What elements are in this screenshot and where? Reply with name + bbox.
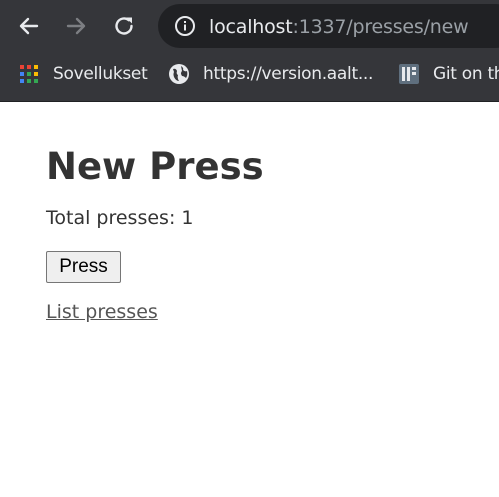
press-button[interactable]: Press: [46, 251, 121, 283]
url-path: :1337/presses/new: [292, 16, 469, 38]
info-icon[interactable]: [174, 15, 196, 37]
bookmark-apps[interactable]: Sovellukset: [18, 52, 148, 96]
bookmark-label: Sovellukset: [53, 64, 148, 84]
address-url[interactable]: localhost:1337/presses/new: [209, 16, 469, 38]
forward-button[interactable]: [60, 10, 92, 42]
forward-arrow-icon: [66, 17, 86, 35]
reload-icon: [115, 17, 133, 35]
total-presses-text: Total presses: 1: [46, 207, 194, 229]
globe-icon: [169, 64, 189, 84]
browser-toolbar: localhost:1337/presses/new: [0, 0, 499, 52]
bookmarks-bar: Sovellukset https://version.aalt... Git …: [0, 52, 499, 102]
address-bar[interactable]: localhost:1337/presses/new: [158, 4, 499, 48]
back-button[interactable]: [13, 10, 45, 42]
bookmark-version-aalto[interactable]: https://version.aalt...: [168, 52, 373, 96]
bookmark-label: https://version.aalt...: [203, 64, 374, 84]
url-host: localhost: [209, 16, 293, 38]
git-icon: [399, 64, 419, 84]
apps-grid-icon: [20, 65, 38, 83]
bookmark-git[interactable]: Git on th: [398, 52, 499, 96]
bookmark-label: Git on th: [433, 64, 499, 84]
page-title: New Press: [46, 145, 264, 188]
list-presses-link[interactable]: List presses: [46, 300, 158, 324]
reload-button[interactable]: [108, 10, 140, 42]
back-arrow-icon: [19, 17, 39, 35]
